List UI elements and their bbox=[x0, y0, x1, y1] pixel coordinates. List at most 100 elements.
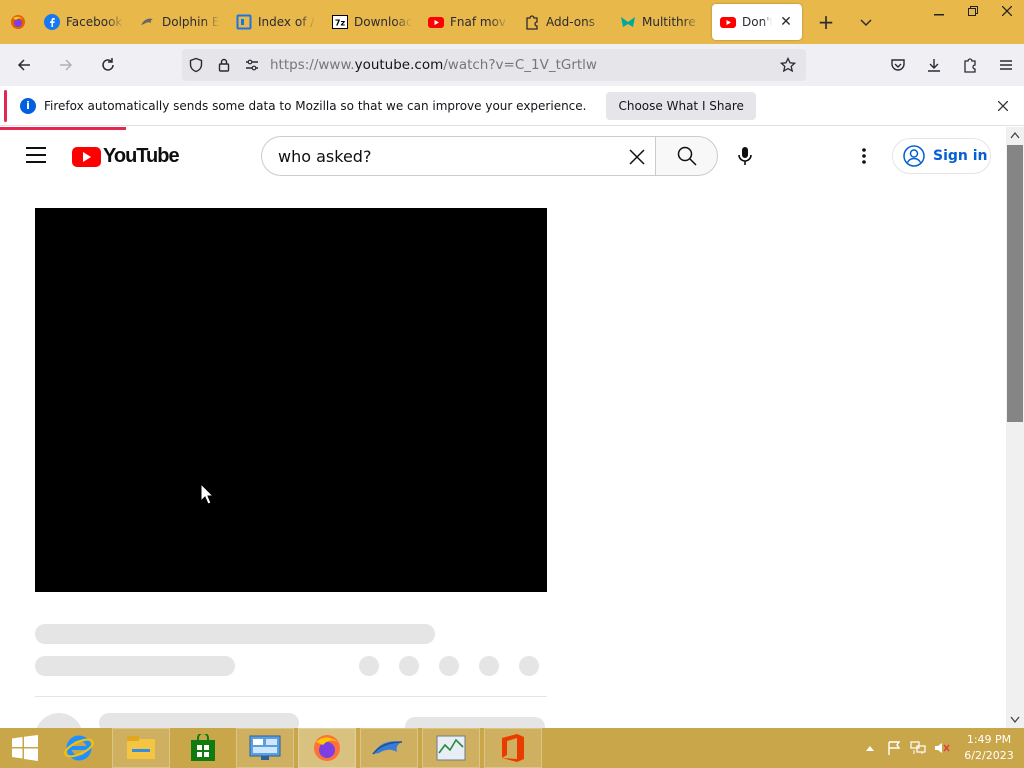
tab-label: Facebook bbox=[66, 15, 123, 29]
youtube-wordmark: YouTube bbox=[103, 145, 180, 167]
close-window-button[interactable] bbox=[990, 0, 1024, 22]
tab-fnaf[interactable]: Fnaf mov bbox=[420, 0, 516, 44]
hamburger-line bbox=[26, 161, 46, 163]
meta-skeleton bbox=[99, 713, 299, 728]
firefox-view-button[interactable] bbox=[0, 0, 36, 44]
minimize-icon bbox=[934, 14, 944, 16]
tab-addons[interactable]: Add-ons bbox=[516, 0, 612, 44]
dolphin-icon bbox=[372, 741, 403, 755]
microphone-icon bbox=[738, 147, 752, 165]
notification-message: Firefox automatically sends some data to… bbox=[44, 98, 587, 113]
url-path: /watch?v=C_1V_tGrtlw bbox=[443, 57, 597, 73]
windows-logo-icon bbox=[12, 735, 38, 761]
puzzle-icon bbox=[964, 58, 976, 73]
taskbar-firefox[interactable] bbox=[298, 728, 356, 768]
search-icon bbox=[677, 146, 697, 166]
tracking-protection-icon[interactable] bbox=[182, 49, 210, 81]
hamburger-line bbox=[26, 147, 46, 149]
close-icon bbox=[1002, 6, 1012, 16]
clear-search-button[interactable] bbox=[625, 145, 649, 169]
extensions-button[interactable] bbox=[952, 49, 988, 81]
flag-icon bbox=[888, 741, 901, 755]
tab-label: Don't A bbox=[742, 15, 772, 29]
download-icon bbox=[928, 59, 940, 72]
section-divider bbox=[35, 696, 547, 697]
search-button[interactable] bbox=[655, 136, 718, 176]
tab-download[interactable]: 7z Download bbox=[324, 0, 420, 44]
minimize-button[interactable] bbox=[922, 0, 956, 22]
guide-menu-button[interactable] bbox=[26, 147, 46, 163]
permissions-icon[interactable] bbox=[238, 49, 266, 81]
lock-icon[interactable] bbox=[210, 49, 238, 81]
volume-button[interactable] bbox=[930, 728, 954, 768]
resource-monitor-icon bbox=[436, 735, 466, 761]
reload-button[interactable] bbox=[90, 49, 126, 81]
youtube-logo[interactable]: YouTube bbox=[72, 145, 180, 168]
notification-accent bbox=[4, 90, 7, 122]
scroll-down-button[interactable] bbox=[1006, 712, 1024, 728]
hamburger-icon bbox=[1000, 60, 1012, 70]
svg-text:7z: 7z bbox=[335, 19, 346, 28]
taskbar-file-explorer[interactable] bbox=[112, 728, 170, 768]
choose-what-i-share-button[interactable]: Choose What I Share bbox=[606, 91, 756, 120]
back-button[interactable] bbox=[6, 49, 42, 81]
tab-label: Download bbox=[354, 15, 412, 29]
address-bar[interactable]: https://www.youtube.com/watch?v=C_1V_tGr… bbox=[182, 49, 806, 81]
network-button[interactable] bbox=[906, 728, 930, 768]
channel-skeleton bbox=[35, 656, 235, 676]
tab-index[interactable]: Index of / bbox=[228, 0, 324, 44]
restore-button[interactable] bbox=[956, 0, 990, 22]
show-hidden-icons-button[interactable] bbox=[858, 728, 882, 768]
taskbar-internet-explorer[interactable] bbox=[50, 728, 108, 768]
voice-search-button[interactable] bbox=[733, 144, 757, 168]
title-skeleton bbox=[35, 624, 435, 644]
scroll-up-button[interactable] bbox=[1006, 127, 1024, 143]
system-clock[interactable]: 1:49 PM 6/2/2023 bbox=[954, 732, 1024, 764]
toolbar-right bbox=[880, 44, 1024, 86]
youtube-icon bbox=[428, 14, 444, 30]
app-menu-button[interactable] bbox=[988, 49, 1024, 81]
youtube-play-icon bbox=[72, 146, 101, 167]
taskbar-office[interactable] bbox=[484, 728, 542, 768]
internet-explorer-icon bbox=[64, 735, 94, 761]
subscribe-skeleton bbox=[405, 717, 545, 728]
reload-icon bbox=[102, 58, 114, 71]
start-button[interactable] bbox=[0, 728, 50, 768]
taskbar-store[interactable] bbox=[174, 728, 232, 768]
youtube-page: YouTube who asked? Sign in bbox=[0, 127, 1006, 728]
close-notification-button[interactable] bbox=[997, 96, 1009, 115]
close-tab-icon[interactable]: ✕ bbox=[778, 14, 794, 30]
chevron-down-icon bbox=[860, 19, 872, 27]
tab-label: Dolphin E bbox=[162, 15, 220, 29]
settings-menu-button[interactable] bbox=[852, 144, 876, 168]
chevron-up-icon bbox=[1010, 131, 1020, 139]
taskbar-control-panel[interactable] bbox=[236, 728, 294, 768]
downloads-button[interactable] bbox=[916, 49, 952, 81]
forward-button[interactable] bbox=[48, 49, 84, 81]
bookmark-star-button[interactable] bbox=[776, 49, 800, 81]
pocket-button[interactable] bbox=[880, 49, 916, 81]
tab-label: Multithre bbox=[642, 15, 696, 29]
tab-multithreading[interactable]: Multithre bbox=[612, 0, 708, 44]
sign-in-button[interactable]: Sign in bbox=[892, 138, 991, 174]
scrollbar-thumb[interactable] bbox=[1007, 145, 1023, 422]
taskbar-dolphin[interactable] bbox=[360, 728, 418, 768]
tab-dolphin[interactable]: Dolphin E bbox=[132, 0, 228, 44]
system-tray: 1:49 PM 6/2/2023 bbox=[858, 728, 1024, 768]
tab-facebook[interactable]: Facebook bbox=[36, 0, 132, 44]
network-icon bbox=[910, 741, 926, 754]
vertical-scrollbar[interactable] bbox=[1006, 127, 1024, 728]
list-all-tabs-button[interactable] bbox=[846, 0, 886, 44]
restore-icon bbox=[968, 6, 978, 16]
7zip-icon: 7z bbox=[332, 14, 348, 30]
taskbar-resource-monitor[interactable] bbox=[422, 728, 480, 768]
close-icon bbox=[997, 100, 1009, 112]
tab-active-youtube[interactable]: Don't A ✕ bbox=[712, 4, 802, 40]
search-input[interactable]: who asked? bbox=[261, 136, 655, 176]
video-player[interactable] bbox=[35, 208, 547, 592]
action-center-button[interactable] bbox=[882, 728, 906, 768]
new-tab-button[interactable]: + bbox=[806, 0, 846, 44]
facebook-icon bbox=[44, 14, 60, 30]
clock-date: 6/2/2023 bbox=[964, 749, 1014, 762]
dolphin-icon bbox=[140, 14, 156, 30]
